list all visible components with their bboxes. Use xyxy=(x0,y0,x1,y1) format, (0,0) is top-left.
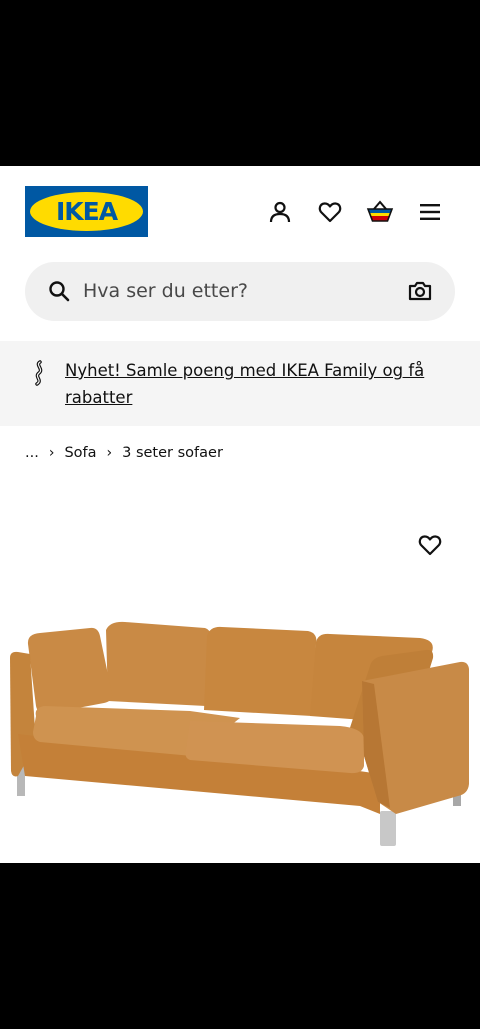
breadcrumb-ellipsis[interactable]: ... xyxy=(25,445,39,461)
breadcrumb-item-3-seat-sofas[interactable]: 3 seter sofaer xyxy=(122,445,223,461)
hamburger-menu-icon xyxy=(420,204,440,220)
account-button[interactable] xyxy=(267,199,293,225)
heart-icon xyxy=(418,535,442,556)
heart-icon xyxy=(318,202,342,223)
promo-banner: Nyhet! Samle poeng med IKEA Family og få… xyxy=(0,341,480,426)
person-icon xyxy=(269,201,291,223)
ikea-family-icon xyxy=(35,360,43,386)
chevron-right-icon: › xyxy=(106,445,113,461)
add-to-favourites-button[interactable] xyxy=(417,532,443,558)
chevron-right-icon: › xyxy=(48,445,55,461)
breadcrumb: ... › Sofa › 3 seter sofaer xyxy=(25,442,223,464)
basket-icon xyxy=(366,200,394,222)
logo-text: IKEA xyxy=(55,197,118,226)
search-bar[interactable] xyxy=(25,262,455,321)
favourites-button[interactable] xyxy=(317,199,343,225)
camera-icon[interactable] xyxy=(407,278,433,304)
cart-button[interactable] xyxy=(366,199,394,225)
search-icon[interactable] xyxy=(47,279,71,303)
breadcrumb-item-sofa[interactable]: Sofa xyxy=(64,445,96,461)
menu-button[interactable] xyxy=(417,199,443,225)
search-input[interactable] xyxy=(83,274,383,308)
ikea-logo[interactable]: IKEA xyxy=(25,186,148,237)
promo-link[interactable]: Nyhet! Samle poeng med IKEA Family og få… xyxy=(65,357,445,411)
product-image[interactable] xyxy=(0,606,480,856)
page: IKEA Hva ser du etter? Nyhet! Samle poen… xyxy=(0,166,480,863)
header: IKEA xyxy=(0,166,480,262)
